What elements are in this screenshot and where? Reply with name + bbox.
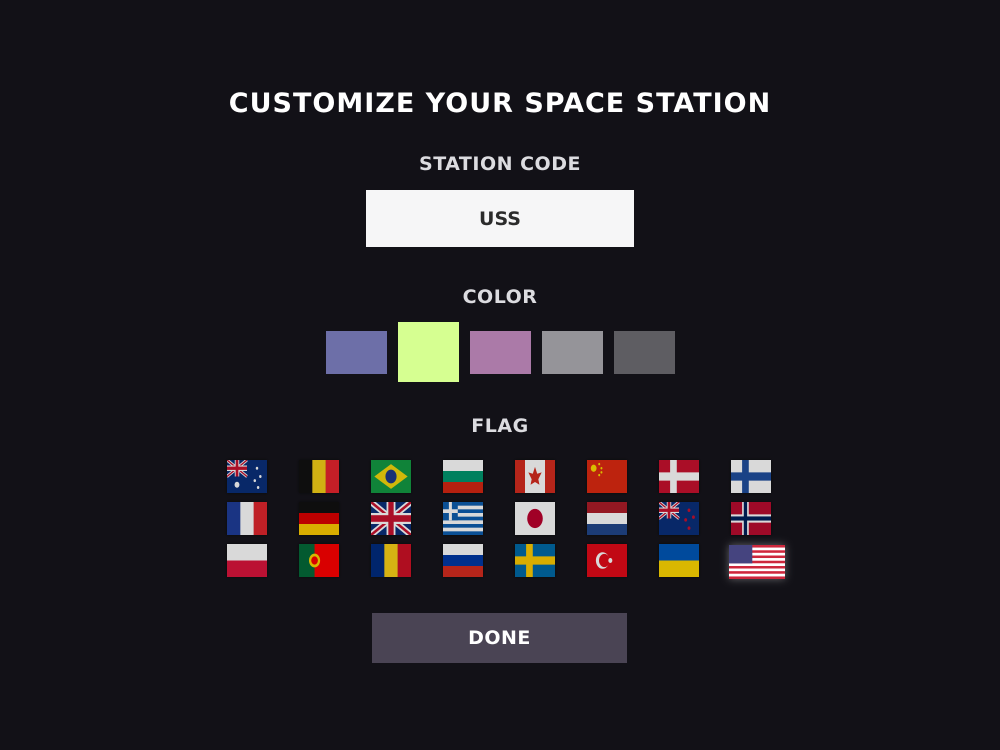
color-swatch-lime[interactable] xyxy=(398,322,459,382)
flag-bulgaria[interactable] xyxy=(443,460,483,493)
flag-norway[interactable] xyxy=(731,502,771,535)
color-swatch-light-gray[interactable] xyxy=(542,331,603,374)
flag-new-zealand[interactable] xyxy=(659,502,699,535)
flag-china[interactable] xyxy=(587,460,627,493)
flag-canada[interactable] xyxy=(515,460,555,493)
flag-greece[interactable] xyxy=(443,502,483,535)
flag-japan[interactable] xyxy=(515,502,555,535)
flag-united-states[interactable] xyxy=(729,545,785,579)
flag-label: FLAG xyxy=(471,415,529,437)
color-swatch-dark-gray[interactable] xyxy=(614,331,675,374)
flag-australia[interactable] xyxy=(227,460,267,493)
station-code-label: STATION CODE xyxy=(419,153,581,175)
flag-belgium[interactable] xyxy=(299,460,339,493)
flag-turkey[interactable] xyxy=(587,544,627,577)
station-code-input[interactable] xyxy=(366,190,634,247)
flag-brazil[interactable] xyxy=(371,460,411,493)
flag-denmark[interactable] xyxy=(659,460,699,493)
flag-germany[interactable] xyxy=(299,502,339,535)
flag-ukraine[interactable] xyxy=(659,544,699,577)
flag-poland[interactable] xyxy=(227,544,267,577)
flag-sweden[interactable] xyxy=(515,544,555,577)
flag-portugal[interactable] xyxy=(299,544,339,577)
flag-france[interactable] xyxy=(227,502,267,535)
flag-romania[interactable] xyxy=(371,544,411,577)
page-title: CUSTOMIZE YOUR SPACE STATION xyxy=(228,88,772,119)
flag-netherlands[interactable] xyxy=(587,502,627,535)
color-swatch-mauve[interactable] xyxy=(470,331,531,374)
color-swatch-blue[interactable] xyxy=(326,331,387,374)
done-button[interactable]: DONE xyxy=(372,613,627,663)
color-label: COLOR xyxy=(462,286,538,308)
flag-finland[interactable] xyxy=(731,460,771,493)
color-swatch-group xyxy=(0,322,1000,384)
flag-united-kingdom[interactable] xyxy=(371,502,411,535)
flag-russia[interactable] xyxy=(443,544,483,577)
